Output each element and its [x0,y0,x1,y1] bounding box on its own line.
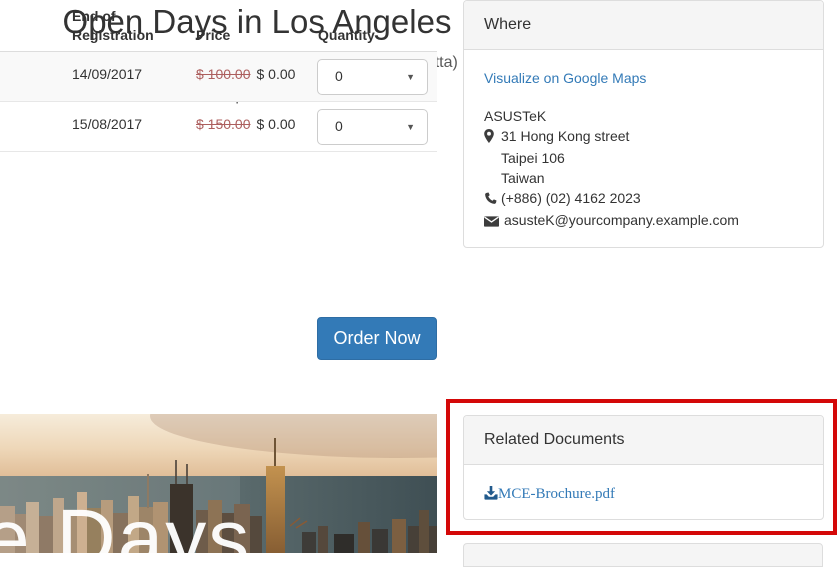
quantity-select[interactable]: 0 ▼ [317,109,428,145]
order-now-button[interactable]: Order Now [317,317,437,360]
chevron-down-icon: ▼ [406,72,415,82]
event-cover-photo: e Days [0,414,437,553]
ticket-old-price: $ 100.00 [196,66,251,82]
related-documents-body: MCE-Brochure.pdf [464,465,823,525]
ticket-end-date: 15/08/2017 [72,116,142,132]
document-name: MCE-Brochure.pdf [498,486,615,502]
email-line: asusteK@yourcompany.example.com [484,210,803,232]
ticket-price: $ 0.00 [257,66,296,82]
phone: (+886) (02) 4162 2023 [501,190,641,206]
ticket-row-2: 15/08/2017 $ 150.00 $ 0.00 0 ▼ [0,102,437,152]
address-block: ASUSTeK 31 Hong Kong street Taipei 106 T… [484,106,803,232]
download-icon [484,486,498,505]
email: asusteK@yourcompany.example.com [504,212,739,228]
page: { "page": { "title": "Open Days in Los A… [0,0,840,553]
org-name: ASUSTeK [484,106,803,126]
ticket-row-1: 14/09/2017 $ 100.00 $ 0.00 0 ▼ [0,52,437,102]
ticket-old-price: $ 150.00 [196,116,251,132]
where-panel-body: Visualize on Google Maps ASUSTeK 31 Hong… [464,50,823,252]
city: Taipei 106 [484,148,803,168]
quantity-select[interactable]: 0 ▼ [317,59,428,95]
where-panel: Where Visualize on Google Maps ASUSTeK 3… [463,0,824,248]
ticket-price-cell: $ 150.00 $ 0.00 [196,116,295,132]
ticket-end-date: 14/09/2017 [72,66,142,82]
where-panel-title: Where [464,1,823,50]
map-marker-icon [484,128,497,148]
related-documents-panel: Related Documents MCE-Brochure.pdf [463,415,824,520]
visualize-on-google-maps-link[interactable]: Visualize on Google Maps [484,70,646,86]
next-panel-partial [463,543,823,567]
envelope-icon [484,212,500,232]
phone-icon [484,190,497,210]
street: 31 Hong Kong street [501,128,629,144]
city-skyline-image: e Days [0,414,437,553]
quantity-value: 0 [335,118,343,134]
ticket-price-cell: $ 100.00 $ 0.00 [196,66,295,82]
column-header-price: Price [196,26,230,45]
column-header-quantity: Quantity [318,26,375,45]
country: Taiwan [484,168,803,188]
document-link[interactable]: MCE-Brochure.pdf [484,486,615,502]
banner-text: e Days [0,493,251,553]
ticket-price: $ 0.00 [257,116,296,132]
phone-line: (+886) (02) 4162 2023 [484,188,803,210]
related-documents-title: Related Documents [464,416,823,465]
street-line: 31 Hong Kong street [484,126,803,148]
chevron-down-icon: ▼ [406,122,415,132]
tickets-table: End of Registration Price Quantity 14/09… [0,0,437,152]
column-header-end-of-registration: End of Registration [72,7,167,45]
tickets-table-header: End of Registration Price Quantity [0,0,437,52]
quantity-value: 0 [335,68,343,84]
